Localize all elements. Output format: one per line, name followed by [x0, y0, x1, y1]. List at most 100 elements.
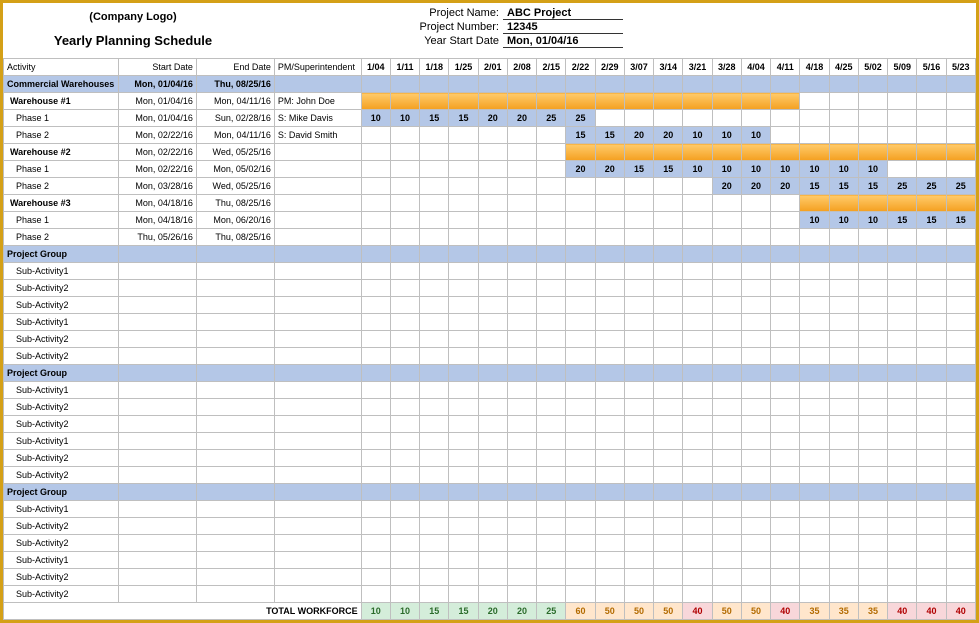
gantt-cell[interactable]: 10: [858, 161, 887, 178]
gantt-cell[interactable]: [683, 229, 712, 246]
gantt-cell[interactable]: [888, 93, 917, 110]
end-cell[interactable]: [196, 297, 274, 314]
pm-cell[interactable]: [274, 365, 361, 382]
gantt-cell[interactable]: [917, 195, 946, 212]
gantt-cell[interactable]: [654, 569, 683, 586]
gantt-cell[interactable]: [478, 161, 507, 178]
gantt-cell[interactable]: [829, 263, 858, 280]
gantt-cell[interactable]: [420, 365, 449, 382]
gantt-cell[interactable]: [595, 144, 624, 161]
gantt-cell[interactable]: [624, 484, 653, 501]
gantt-cell[interactable]: [478, 348, 507, 365]
gantt-cell[interactable]: [654, 212, 683, 229]
gantt-cell[interactable]: [449, 297, 478, 314]
gantt-cell[interactable]: [361, 365, 390, 382]
gantt-cell[interactable]: [449, 246, 478, 263]
gantt-cell[interactable]: [858, 501, 887, 518]
gantt-cell[interactable]: [420, 314, 449, 331]
activity-cell[interactable]: Phase 2: [4, 229, 119, 246]
gantt-cell[interactable]: [449, 416, 478, 433]
gantt-cell[interactable]: [771, 450, 800, 467]
gantt-cell[interactable]: [888, 195, 917, 212]
gantt-cell[interactable]: [390, 280, 419, 297]
gantt-cell[interactable]: [741, 263, 770, 280]
gantt-cell[interactable]: [390, 569, 419, 586]
table-row[interactable]: Phase 2Thu, 05/26/16Thu, 08/25/16: [4, 229, 976, 246]
gantt-cell[interactable]: [566, 76, 595, 93]
gantt-cell[interactable]: [712, 195, 741, 212]
start-cell[interactable]: [118, 263, 196, 280]
gantt-cell[interactable]: [537, 501, 566, 518]
gantt-cell[interactable]: [946, 144, 975, 161]
gantt-cell[interactable]: [420, 280, 449, 297]
gantt-cell[interactable]: [537, 399, 566, 416]
gantt-cell[interactable]: [888, 450, 917, 467]
gantt-cell[interactable]: [654, 416, 683, 433]
gantt-cell[interactable]: [420, 195, 449, 212]
gantt-cell[interactable]: [712, 552, 741, 569]
gantt-cell[interactable]: [917, 484, 946, 501]
gantt-cell[interactable]: [829, 280, 858, 297]
end-cell[interactable]: [196, 416, 274, 433]
gantt-cell[interactable]: [888, 314, 917, 331]
pm-cell[interactable]: S: Mike Davis: [274, 110, 361, 127]
gantt-cell[interactable]: [741, 314, 770, 331]
gantt-cell[interactable]: [829, 416, 858, 433]
gantt-cell[interactable]: [946, 518, 975, 535]
end-cell[interactable]: [196, 246, 274, 263]
gantt-cell[interactable]: [478, 93, 507, 110]
gantt-cell[interactable]: [771, 331, 800, 348]
end-cell[interactable]: Mon, 06/20/16: [196, 212, 274, 229]
activity-cell[interactable]: Sub-Activity2: [4, 331, 119, 348]
gantt-cell[interactable]: [537, 314, 566, 331]
gantt-cell[interactable]: 15: [858, 178, 887, 195]
end-cell[interactable]: [196, 552, 274, 569]
start-cell[interactable]: [118, 348, 196, 365]
gantt-cell[interactable]: [888, 535, 917, 552]
gantt-cell[interactable]: [829, 348, 858, 365]
gantt-cell[interactable]: [917, 110, 946, 127]
gantt-cell[interactable]: 15: [566, 127, 595, 144]
gantt-cell[interactable]: [449, 569, 478, 586]
end-cell[interactable]: [196, 365, 274, 382]
gantt-cell[interactable]: [420, 263, 449, 280]
gantt-cell[interactable]: [888, 467, 917, 484]
gantt-cell[interactable]: [361, 450, 390, 467]
gantt-cell[interactable]: [595, 348, 624, 365]
gantt-cell[interactable]: [946, 195, 975, 212]
gantt-cell[interactable]: [537, 246, 566, 263]
pm-cell[interactable]: [274, 161, 361, 178]
gantt-cell[interactable]: [858, 229, 887, 246]
gantt-cell[interactable]: [478, 212, 507, 229]
gantt-cell[interactable]: [946, 535, 975, 552]
gantt-cell[interactable]: [420, 416, 449, 433]
table-row[interactable]: Sub-Activity2: [4, 399, 976, 416]
gantt-cell[interactable]: [800, 535, 829, 552]
gantt-cell[interactable]: [566, 331, 595, 348]
gantt-cell[interactable]: [390, 314, 419, 331]
gantt-cell[interactable]: 10: [771, 161, 800, 178]
gantt-cell[interactable]: [449, 518, 478, 535]
gantt-cell[interactable]: [741, 331, 770, 348]
end-cell[interactable]: [196, 501, 274, 518]
gantt-cell[interactable]: [420, 518, 449, 535]
gantt-cell[interactable]: [507, 433, 536, 450]
pm-cell[interactable]: [274, 195, 361, 212]
gantt-cell[interactable]: [858, 110, 887, 127]
gantt-cell[interactable]: [741, 110, 770, 127]
gantt-cell[interactable]: [507, 586, 536, 603]
gantt-cell[interactable]: [537, 382, 566, 399]
table-row[interactable]: Warehouse #1Mon, 01/04/16Mon, 04/11/16PM…: [4, 93, 976, 110]
table-row[interactable]: Phase 1Mon, 01/04/16Sun, 02/28/16S: Mike…: [4, 110, 976, 127]
gantt-cell[interactable]: [595, 229, 624, 246]
gantt-cell[interactable]: [800, 399, 829, 416]
gantt-cell[interactable]: [741, 535, 770, 552]
gantt-cell[interactable]: [741, 433, 770, 450]
start-cell[interactable]: Mon, 01/04/16: [118, 93, 196, 110]
gantt-cell[interactable]: [595, 433, 624, 450]
gantt-cell[interactable]: [537, 297, 566, 314]
gantt-cell[interactable]: [566, 586, 595, 603]
gantt-cell[interactable]: [771, 280, 800, 297]
table-row[interactable]: Sub-Activity2: [4, 467, 976, 484]
gantt-cell[interactable]: [420, 382, 449, 399]
